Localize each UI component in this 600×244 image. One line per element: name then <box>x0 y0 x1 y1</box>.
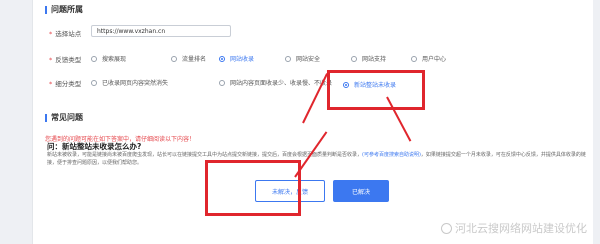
radio-label: 网站安全 <box>296 56 321 63</box>
radio-circle <box>171 55 177 62</box>
radio-label: 网站收录 <box>230 56 255 63</box>
faq-answer-link[interactable]: (可参考百度搜索自助说明) <box>362 152 421 158</box>
watermark-text: 河北云搜网络网站建设优化 <box>455 222 587 235</box>
annotation-box-unsolved-button <box>205 160 301 216</box>
radio-user-center[interactable]: 用户中心 <box>411 54 446 63</box>
radio-label: 流量排名 <box>182 56 207 63</box>
watermark: 河北云搜网络网站建设优化 <box>441 220 587 236</box>
site-label: * 选择站点 <box>49 28 81 38</box>
radio-site-security[interactable]: 网站安全 <box>285 54 320 63</box>
issue-section-title-text: 问题所属 <box>51 5 83 14</box>
solved-button[interactable]: 已解决 <box>333 180 389 202</box>
faq-answer: 新站未被收录，可能是链接尚未被百度爬虫发现，站长可以在链接提交工具中为站点提交新… <box>47 151 587 167</box>
radio-circle <box>219 79 225 86</box>
radio-label: 搜索展现 <box>102 56 127 63</box>
required-mark: * <box>49 80 53 88</box>
radio-label: 网站内容页面收录少、收录慢、不收录 <box>230 80 333 87</box>
radio-circle <box>285 55 291 62</box>
radio-circle <box>91 55 97 62</box>
radio-circle <box>411 55 417 62</box>
radio-circle <box>91 79 97 86</box>
faq-section-title: 常见问题 <box>45 112 83 123</box>
site-label-text: 选择站点 <box>55 30 82 38</box>
site-select-input[interactable]: https://www.vxzhan.cn <box>91 25 231 37</box>
radio-label: 用户中心 <box>422 56 447 63</box>
radio-search-display[interactable]: 搜索展现 <box>91 54 126 63</box>
radio-label: 已收录网页内容突然消失 <box>102 80 169 87</box>
feedback-type-label-text: 反馈类型 <box>55 56 82 64</box>
issue-section-title: 问题所属 <box>45 4 83 15</box>
radio-indexed-page-vanished[interactable]: 已收录网页内容突然消失 <box>91 78 168 87</box>
section-accent-bar <box>45 5 47 14</box>
watermark-logo-icon <box>441 222 452 234</box>
required-mark: * <box>49 56 53 64</box>
required-mark: * <box>49 30 53 38</box>
faq-section-title-text: 常见问题 <box>51 113 83 122</box>
radio-label: 网站支持 <box>362 56 387 63</box>
subtype-label-text: 细分类型 <box>55 80 82 88</box>
radio-traffic-ranking[interactable]: 流量排名 <box>171 54 206 63</box>
annotation-box-new-site <box>327 70 425 110</box>
section-accent-bar <box>45 113 47 122</box>
subtype-label: * 细分类型 <box>49 78 81 88</box>
radio-site-support[interactable]: 网站支持 <box>351 54 386 63</box>
radio-content-page-low-indexing[interactable]: 网站内容页面收录少、收录慢、不收录 <box>219 78 332 87</box>
feedback-form-panel: 问题所属 * 选择站点 https://www.vxzhan.cn * 反馈类型 搜… <box>32 0 593 244</box>
radio-circle <box>219 55 225 62</box>
faq-answer-text: 新站未被收录，可能是链接尚未被百度爬虫发现，站长可以在链接提交工具中为站点提交新… <box>47 152 363 158</box>
radio-circle <box>351 55 357 62</box>
radio-site-indexing[interactable]: 网站收录 <box>219 54 254 63</box>
feedback-type-label: * 反馈类型 <box>49 54 81 64</box>
